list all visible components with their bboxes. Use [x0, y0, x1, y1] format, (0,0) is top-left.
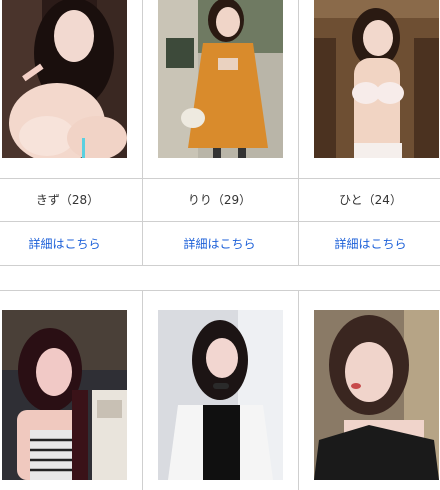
detail-link-2[interactable]: 詳細はこちら [147, 235, 292, 252]
profile-photo-4[interactable] [2, 310, 127, 480]
profile-grid-row-1: きず（28） りり（29） ひと（24） 詳細はこちら 詳細はこちら 詳細はこち… [0, 0, 440, 266]
profile-grid-row-2 [0, 290, 440, 490]
profile-name-3: ひと（24） [339, 193, 402, 207]
profile-name-1: きず（28） [35, 193, 100, 207]
profile-photo-1[interactable] [2, 0, 127, 158]
detail-link-1[interactable]: 詳細はこちら [0, 235, 137, 252]
profile-name-2: りり（29） [187, 193, 252, 207]
profile-photo-3[interactable] [314, 0, 439, 158]
profile-photo-5[interactable] [158, 310, 283, 480]
profile-photo-2[interactable] [158, 0, 283, 158]
profile-photo-6[interactable] [314, 310, 439, 480]
detail-link-3[interactable]: 詳細はこちら [298, 235, 440, 252]
